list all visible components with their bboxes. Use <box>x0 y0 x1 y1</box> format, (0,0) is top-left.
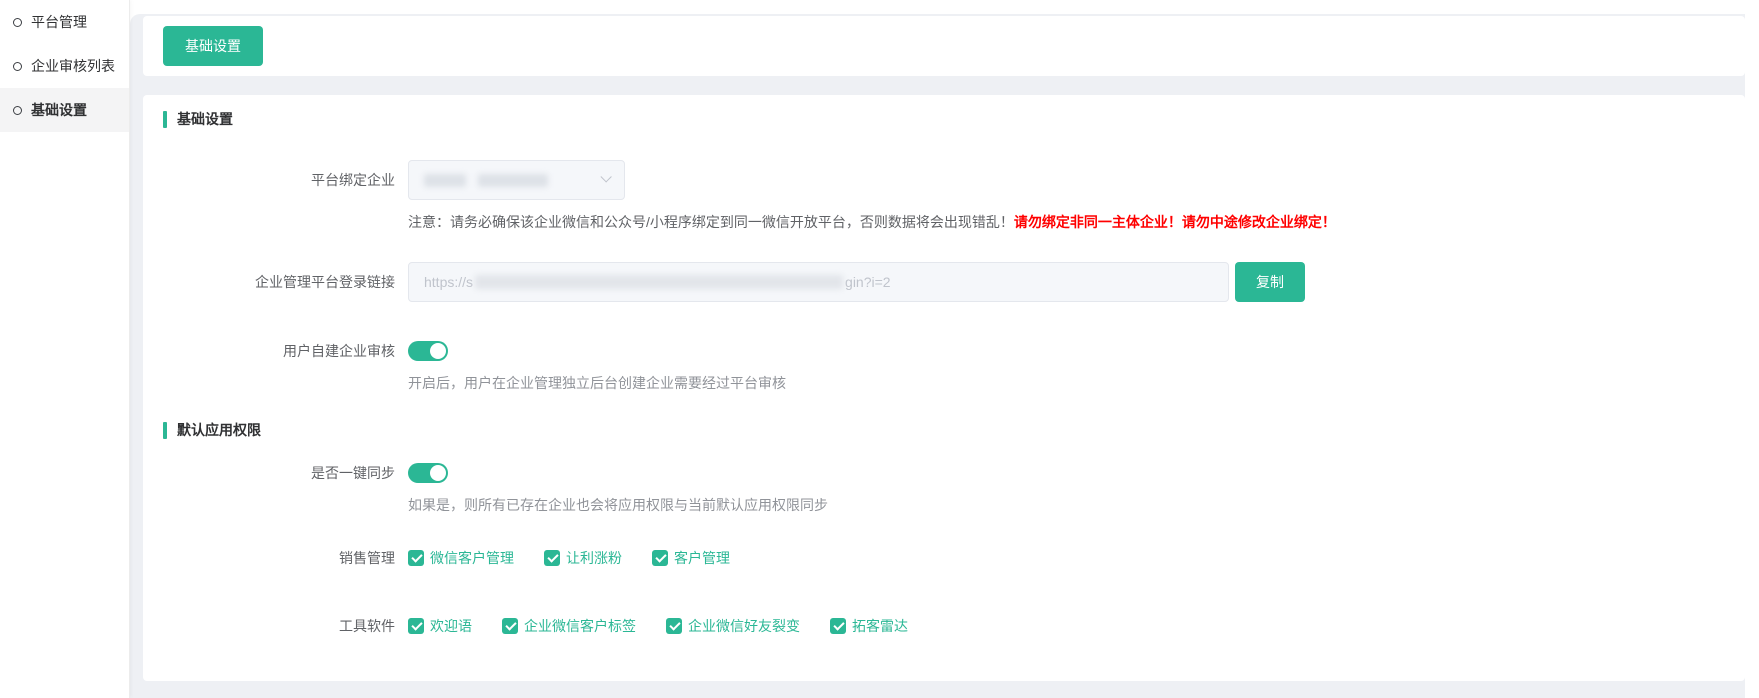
url-suffix: gin?i=2 <box>845 274 891 290</box>
sidebar: 平台管理 企业审核列表 基础设置 <box>0 0 130 698</box>
one-key-sync-label: 是否一键同步 <box>143 463 395 483</box>
bound-enterprise-label: 平台绑定企业 <box>143 170 395 190</box>
radio-circle-icon <box>13 62 22 71</box>
checkbox-checked-icon <box>502 618 518 634</box>
section-accent-bar <box>163 111 167 128</box>
checkbox-label: 拓客雷达 <box>852 616 908 636</box>
radio-circle-icon <box>13 18 22 27</box>
page: 平台管理 企业审核列表 基础设置 基础设置 基础设置 平台绑定企业 <box>0 0 1759 698</box>
masked-url-segment <box>475 275 843 289</box>
checkbox-label: 企业微信客户标签 <box>524 616 636 636</box>
tool-software-label: 工具软件 <box>143 616 395 636</box>
toggle-knob <box>430 465 446 481</box>
sidebar-item-platform-management[interactable]: 平台管理 <box>0 0 129 44</box>
sidebar-item-label: 企业审核列表 <box>31 56 115 76</box>
tab-bar: 基础设置 <box>143 16 1745 76</box>
form-row-one-key-sync: 是否一键同步 <box>143 461 448 485</box>
form-row-self-audit: 用户自建企业审核 <box>143 339 448 363</box>
masked-value <box>478 174 548 187</box>
checkbox-checked-icon <box>652 550 668 566</box>
checkbox-customer-radar[interactable]: 拓客雷达 <box>830 616 908 636</box>
checkbox-wecom-friend-fission[interactable]: 企业微信好友裂变 <box>666 616 800 636</box>
sales-checkbox-group: 微信客户管理 让利涨粉 客户管理 <box>408 548 760 568</box>
form-row-sales-management: 销售管理 微信客户管理 让利涨粉 客户管理 <box>143 546 760 570</box>
tools-checkbox-group: 欢迎语 企业微信客户标签 企业微信好友裂变 拓客雷达 <box>408 616 938 636</box>
copy-button[interactable]: 复制 <box>1235 262 1305 302</box>
note-text: 注意：请务必确保该企业微信和公众号/小程序绑定到同一微信开放平台，否则数据将会出… <box>408 214 1014 230</box>
url-prefix: https://s <box>424 274 473 290</box>
chevron-down-icon <box>600 171 611 182</box>
sales-management-label: 销售管理 <box>143 548 395 568</box>
self-audit-toggle[interactable] <box>408 341 448 361</box>
bound-enterprise-select[interactable] <box>408 160 625 200</box>
section-title-default-app-permissions: 默认应用权限 <box>163 420 261 440</box>
checkbox-label: 企业微信好友裂变 <box>688 616 800 636</box>
self-audit-label: 用户自建企业审核 <box>143 341 395 361</box>
tab-basic-settings[interactable]: 基础设置 <box>163 26 263 66</box>
checkbox-checked-icon <box>666 618 682 634</box>
toggle-knob <box>430 343 446 359</box>
checkbox-wecom-customer-tags[interactable]: 企业微信客户标签 <box>502 616 636 636</box>
form-row-login-link: 企业管理平台登录链接 https://s gin?i=2 复制 <box>143 262 1305 302</box>
checkbox-label: 欢迎语 <box>430 616 472 636</box>
masked-value <box>424 174 466 187</box>
checkbox-profit-fans[interactable]: 让利涨粉 <box>544 548 622 568</box>
checkbox-checked-icon <box>408 550 424 566</box>
bound-enterprise-note: 注意：请务必确保该企业微信和公众号/小程序绑定到同一微信开放平台，否则数据将会出… <box>408 213 1558 231</box>
checkbox-checked-icon <box>830 618 846 634</box>
radio-circle-icon <box>13 106 22 115</box>
sidebar-item-enterprise-review-list[interactable]: 企业审核列表 <box>0 44 129 88</box>
checkbox-checked-icon <box>544 550 560 566</box>
sidebar-item-label: 基础设置 <box>31 100 87 120</box>
sidebar-item-basic-settings[interactable]: 基础设置 <box>0 88 129 132</box>
section-title-text: 默认应用权限 <box>177 420 261 440</box>
login-link-input[interactable]: https://s gin?i=2 <box>408 262 1229 302</box>
sidebar-item-label: 平台管理 <box>31 12 87 32</box>
checkbox-label: 客户管理 <box>674 548 730 568</box>
checkbox-label: 让利涨粉 <box>566 548 622 568</box>
checkbox-checked-icon <box>408 618 424 634</box>
settings-panel: 基础设置 平台绑定企业 注意：请务必确保该企业微信和公众号/小程序绑定到同一微信… <box>143 95 1745 681</box>
form-row-tool-software: 工具软件 欢迎语 企业微信客户标签 企业微信好友裂变 拓客雷达 <box>143 614 938 638</box>
section-accent-bar <box>163 422 167 439</box>
checkbox-label: 微信客户管理 <box>430 548 514 568</box>
one-key-sync-help-text: 如果是，则所有已存在企业也会将应用权限与当前默认应用权限同步 <box>408 497 828 513</box>
note-warning-text: 请勿绑定非同一主体企业！请勿中途修改企业绑定！ <box>1014 214 1336 230</box>
checkbox-customer-management[interactable]: 客户管理 <box>652 548 730 568</box>
form-row-bound-enterprise: 平台绑定企业 <box>143 160 625 200</box>
self-audit-help-text: 开启后，用户在企业管理独立后台创建企业需要经过平台审核 <box>408 375 786 391</box>
section-title-text: 基础设置 <box>177 109 233 129</box>
section-title-basic-settings: 基础设置 <box>163 109 233 129</box>
one-key-sync-toggle[interactable] <box>408 463 448 483</box>
checkbox-wechat-customer-management[interactable]: 微信客户管理 <box>408 548 514 568</box>
checkbox-welcome-message[interactable]: 欢迎语 <box>408 616 472 636</box>
login-link-label: 企业管理平台登录链接 <box>143 272 395 292</box>
